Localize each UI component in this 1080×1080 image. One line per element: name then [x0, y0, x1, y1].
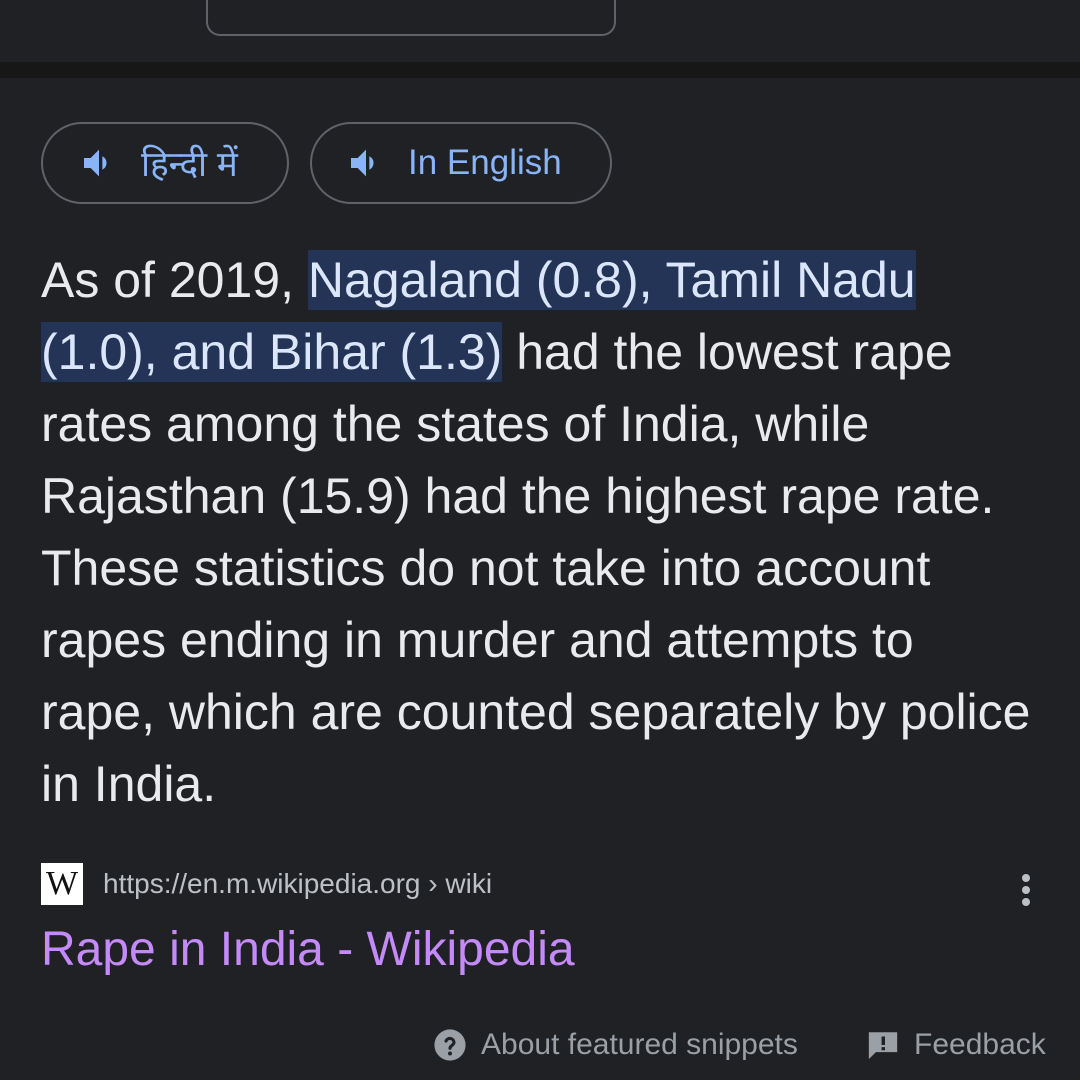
featured-snippet-text: As of 2019, Nagaland (0.8), Tamil Nadu (… — [41, 244, 1041, 820]
listen-english-button[interactable]: In English — [310, 122, 612, 204]
snippet-rest: had the lowest rape rates among the stat… — [41, 324, 1031, 812]
result-title-link[interactable]: Rape in India - Wikipedia — [41, 918, 575, 982]
speaker-icon — [346, 143, 386, 183]
speaker-icon — [79, 143, 119, 183]
search-result-page: हिन्दी में In English As of 2019, Nagala… — [0, 0, 1080, 1080]
source-url[interactable]: https://en.m.wikipedia.org › wiki — [103, 868, 492, 900]
listen-english-label: In English — [408, 143, 562, 182]
listen-hindi-button[interactable]: हिन्दी में — [41, 122, 289, 204]
feedback-icon — [866, 1028, 900, 1062]
source-row[interactable]: W https://en.m.wikipedia.org › wiki — [41, 862, 1041, 906]
top-area — [0, 0, 1080, 62]
about-featured-snippets-link[interactable]: About featured snippets — [433, 1022, 798, 1068]
more-vert-icon[interactable] — [1012, 872, 1040, 908]
help-icon — [433, 1028, 467, 1062]
about-featured-snippets-label: About featured snippets — [481, 1028, 798, 1061]
snippet-prefix: As of 2019, — [41, 252, 308, 308]
feedback-link[interactable]: Feedback — [866, 1022, 1046, 1068]
section-divider — [0, 62, 1080, 78]
listen-hindi-label: हिन्दी में — [141, 144, 238, 184]
wikipedia-favicon-icon: W — [41, 863, 83, 905]
previous-result-card[interactable] — [206, 0, 616, 36]
feedback-label: Feedback — [914, 1028, 1046, 1061]
